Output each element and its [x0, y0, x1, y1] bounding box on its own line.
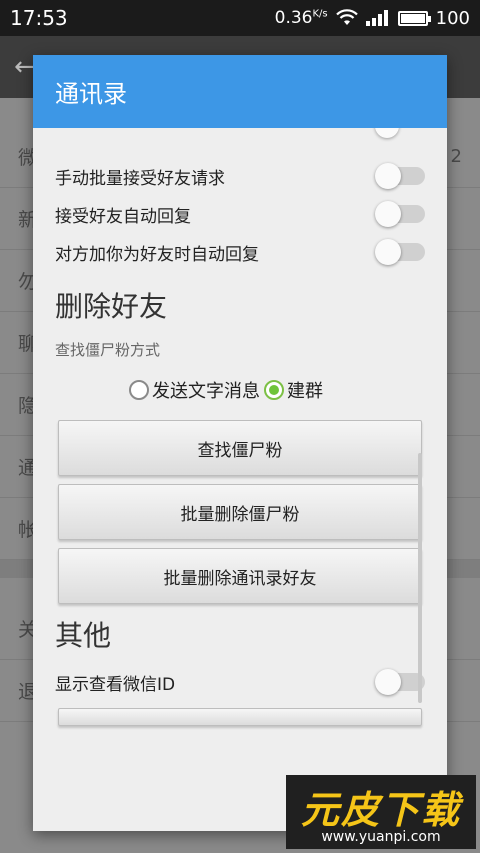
watermark-url: www.yuanpi.com — [321, 829, 441, 845]
toggle-knob — [375, 201, 401, 227]
dialog-scroll-content[interactable]: 手动批量接受好友请求 接受好友自动回复 对方加你为好友时自动回复 删除好友 查找… — [33, 128, 447, 778]
yuanpi-watermark: 元皮下载 www.yuanpi.com — [286, 775, 476, 849]
partially-visible-button[interactable] — [58, 708, 422, 726]
auto-reply-accept-toggle[interactable] — [375, 201, 425, 227]
setting-row-auto-reply-added[interactable]: 对方加你为好友时自动回复 — [55, 233, 425, 271]
watermark-brand: 元皮下载 — [300, 788, 461, 832]
radio-label-create-group[interactable]: 建群 — [287, 377, 323, 403]
dialog-title: 通讯录 — [33, 55, 447, 128]
setting-row-manual-accept[interactable]: 手动批量接受好友请求 — [55, 157, 425, 195]
contacts-dialog: 通讯录 手动批量接受好友请求 接受好友自动回复 对方加你为好友时自动回复 删除好… — [33, 55, 447, 831]
auto-reply-added-toggle[interactable] — [375, 239, 425, 265]
manual-accept-toggle[interactable] — [375, 163, 425, 189]
section-title-delete-friends: 删除好友 — [55, 290, 168, 323]
battery-icon — [397, 10, 431, 26]
setting-row-show-wechat-id[interactable]: 显示查看微信ID — [55, 663, 425, 701]
clock: 17:53 — [10, 6, 68, 30]
radio-create-group[interactable] — [264, 380, 284, 400]
status-icons: 0.36K/s 100 — [275, 8, 470, 29]
section-title-other: 其他 — [55, 619, 112, 652]
zombie-method-label: 查找僵尸粉方式 — [55, 341, 161, 359]
toggle-knob — [375, 669, 401, 695]
batch-delete-zombie-fans-button[interactable]: 批量删除僵尸粉 — [58, 484, 422, 540]
setting-label: 显示查看微信ID — [55, 674, 176, 695]
find-zombie-fans-button[interactable]: 查找僵尸粉 — [58, 420, 422, 476]
signal-icon — [365, 10, 388, 26]
toggle-knob-partial — [375, 128, 399, 138]
setting-label: 对方加你为好友时自动回复 — [55, 244, 259, 265]
toggle-knob — [375, 163, 401, 189]
setting-label: 手动批量接受好友请求 — [55, 168, 225, 189]
batch-delete-contacts-button[interactable]: 批量删除通讯录好友 — [58, 548, 422, 604]
network-speed: 0.36K/s — [274, 8, 328, 28]
scrollbar[interactable] — [418, 453, 422, 703]
battery-level: 100 — [435, 7, 470, 29]
wifi-icon — [335, 9, 358, 25]
zombie-method-radio-group: 发送文字消息 建群 — [129, 377, 327, 403]
setting-label: 接受好友自动回复 — [55, 206, 191, 227]
status-bar: 17:53 0.36K/s 100 — [0, 0, 480, 36]
radio-send-text[interactable] — [129, 380, 149, 400]
toggle-knob — [375, 239, 401, 265]
radio-label-send-text[interactable]: 发送文字消息 — [152, 377, 260, 403]
setting-row-auto-reply-accept[interactable]: 接受好友自动回复 — [55, 195, 425, 233]
